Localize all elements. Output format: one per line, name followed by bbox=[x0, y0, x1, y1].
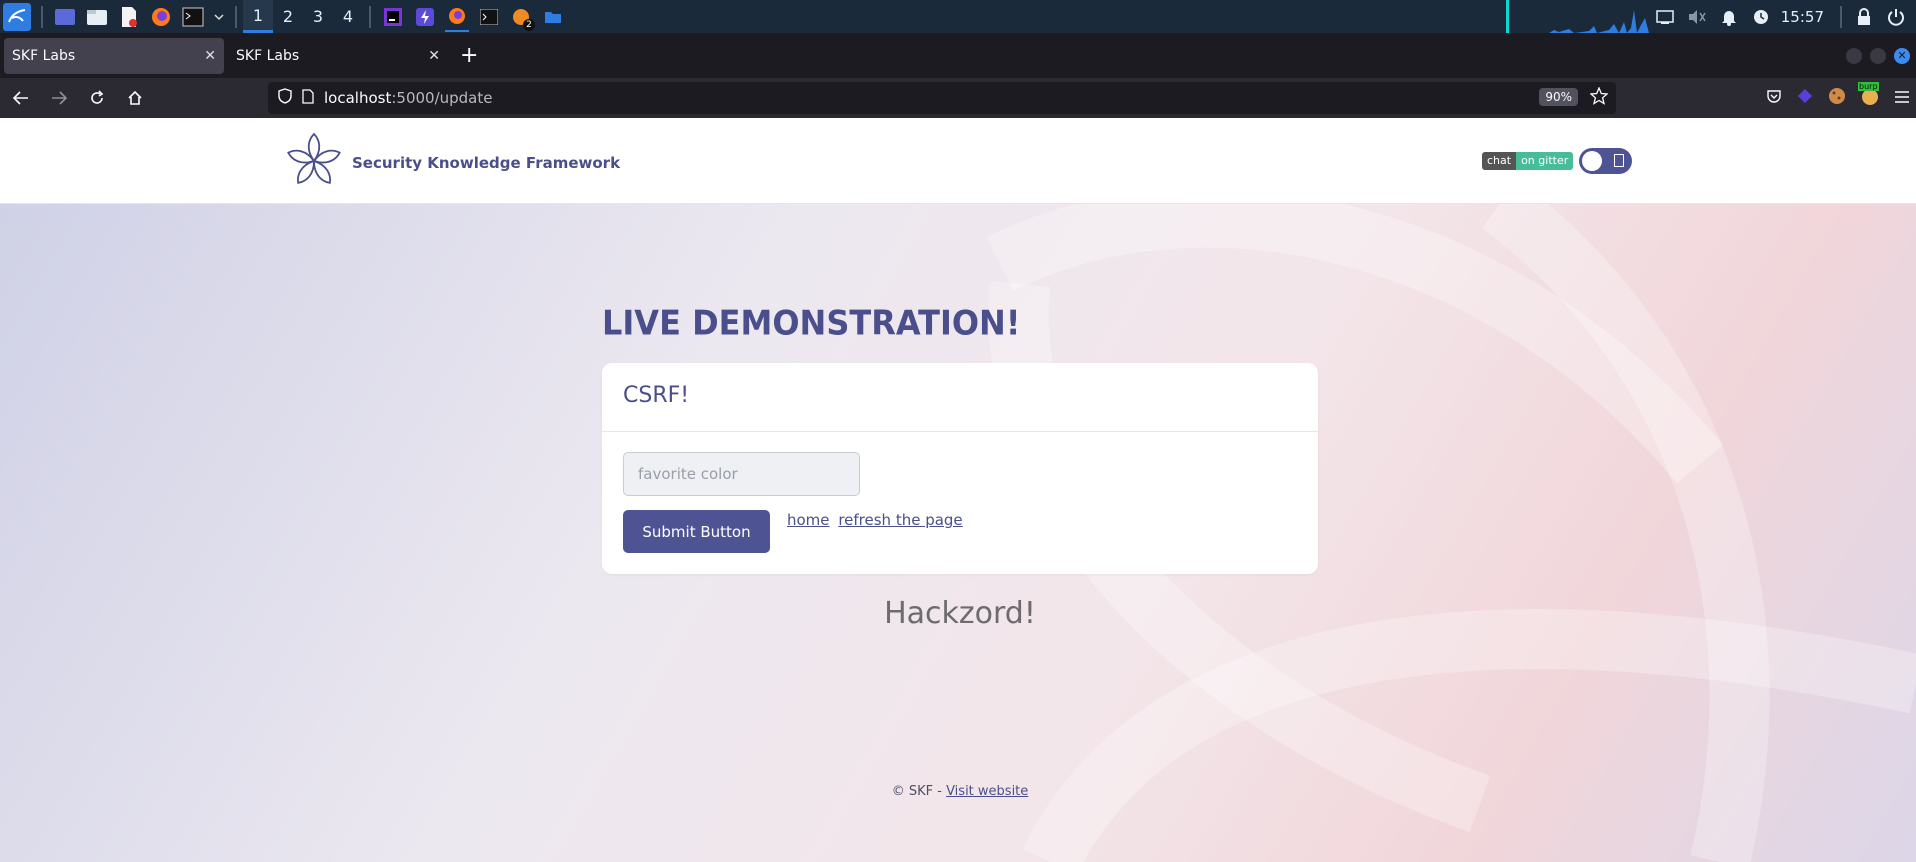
bookmark-star-icon[interactable] bbox=[1589, 86, 1609, 109]
folder-window-icon[interactable] bbox=[541, 5, 565, 29]
gitter-chat-badge[interactable]: chat on gitter bbox=[1482, 152, 1574, 170]
workspace-1[interactable]: 1 bbox=[243, 0, 273, 33]
browser-nav-bar: localhost:5000/update 90% burp bbox=[0, 78, 1916, 118]
result-text: Hackzord! bbox=[884, 596, 1036, 631]
home-icon[interactable] bbox=[118, 81, 152, 115]
url-text[interactable]: localhost:5000/update bbox=[324, 89, 492, 107]
workspace-4[interactable]: 4 bbox=[333, 0, 363, 33]
chevron-down-icon[interactable] bbox=[213, 5, 225, 29]
page-info-icon[interactable] bbox=[302, 88, 314, 108]
browser-tab[interactable]: SKF Labs ✕ bbox=[228, 38, 448, 74]
toolbar-extensions: burp bbox=[1766, 78, 1910, 118]
gitter-badge-left: chat bbox=[1482, 152, 1517, 170]
extension-purple-icon[interactable] bbox=[1796, 87, 1814, 109]
submit-button[interactable]: Submit Button bbox=[623, 510, 770, 553]
os-taskbar: 1 2 3 4 2 15:57 bbox=[0, 0, 1916, 33]
close-tab-icon[interactable]: ✕ bbox=[428, 48, 440, 64]
terminal-launcher-icon[interactable] bbox=[181, 5, 205, 29]
workspace-3[interactable]: 3 bbox=[303, 0, 333, 33]
firefox-window-icon[interactable] bbox=[445, 2, 469, 32]
show-desktop-icon[interactable] bbox=[53, 5, 77, 29]
window-controls: ✕ bbox=[1846, 33, 1910, 78]
firefox-launcher-icon[interactable] bbox=[149, 5, 173, 29]
brand[interactable]: Security Knowledge Framework bbox=[286, 132, 620, 194]
card-links: home refresh the page bbox=[787, 511, 967, 529]
browser-tab-strip: SKF Labs ✕ SKF Labs ✕ + ✕ bbox=[0, 33, 1916, 78]
maximize-window-icon[interactable] bbox=[1870, 47, 1886, 64]
taskbar-separator bbox=[369, 5, 371, 28]
skf-flower-logo-icon bbox=[286, 132, 342, 194]
cpu-usage-graph bbox=[1508, 0, 1649, 33]
url-path: :5000/update bbox=[391, 89, 493, 107]
kali-menu-icon[interactable] bbox=[3, 2, 31, 31]
card-divider bbox=[602, 431, 1318, 432]
clock-time[interactable]: 15:57 bbox=[1781, 8, 1824, 26]
terminal-window-icon[interactable] bbox=[477, 5, 501, 29]
minimize-window-icon[interactable] bbox=[1846, 47, 1862, 64]
forward-arrow-icon[interactable] bbox=[42, 81, 76, 115]
power-icon[interactable] bbox=[1884, 5, 1908, 29]
burp-proxy-extension-icon[interactable]: burp bbox=[1858, 82, 1880, 110]
app-window-icon[interactable] bbox=[413, 5, 437, 29]
theme-toggle[interactable] bbox=[1579, 148, 1632, 174]
refresh-link[interactable]: refresh the page bbox=[838, 511, 962, 529]
url-host: localhost bbox=[324, 89, 392, 107]
visit-website-link[interactable]: Visit website bbox=[946, 784, 1028, 799]
taskbar-separator bbox=[235, 5, 237, 28]
lock-screen-icon[interactable] bbox=[1852, 5, 1876, 29]
web-page: Security Knowledge Framework chat on git… bbox=[0, 118, 1916, 862]
site-header: Security Knowledge Framework chat on git… bbox=[0, 118, 1916, 204]
reload-icon[interactable] bbox=[80, 81, 114, 115]
close-window-icon[interactable]: ✕ bbox=[1894, 47, 1910, 64]
footer: © SKF - Visit website bbox=[0, 784, 1916, 799]
cookie-editor-icon[interactable] bbox=[1828, 87, 1846, 109]
brand-name: Security Knowledge Framework bbox=[352, 154, 621, 172]
notification-bell-icon[interactable] bbox=[1717, 5, 1741, 29]
tab-title: SKF Labs bbox=[12, 47, 76, 64]
workspace-2[interactable]: 2 bbox=[273, 0, 303, 33]
taskbar-separator bbox=[41, 5, 43, 28]
new-tab-icon[interactable]: + bbox=[460, 43, 478, 68]
close-tab-icon[interactable]: ✕ bbox=[204, 48, 216, 64]
csrf-card: CSRF! Submit Button home refresh the pag… bbox=[602, 363, 1318, 574]
hamburger-menu-icon[interactable] bbox=[1894, 89, 1910, 108]
card-title: CSRF! bbox=[623, 383, 690, 408]
favorite-color-input[interactable] bbox=[623, 452, 860, 496]
url-bar[interactable]: localhost:5000/update 90% bbox=[268, 82, 1616, 114]
home-link[interactable]: home bbox=[787, 511, 830, 529]
clock-icon bbox=[1749, 5, 1773, 29]
browser-tab-active[interactable]: SKF Labs ✕ bbox=[4, 37, 224, 74]
extension-badge: burp bbox=[1858, 82, 1879, 91]
zoom-level-badge[interactable]: 90% bbox=[1539, 88, 1578, 106]
intellij-window-icon[interactable] bbox=[381, 5, 405, 29]
file-manager-icon[interactable] bbox=[85, 5, 109, 29]
toggle-knob bbox=[1582, 151, 1602, 171]
hero-section: LIVE DEMONSTRATION! CSRF! Submit Button … bbox=[0, 204, 1916, 862]
back-arrow-icon[interactable] bbox=[4, 81, 38, 115]
text-editor-icon[interactable] bbox=[117, 5, 141, 29]
system-tray: 15:57 bbox=[1505, 0, 1916, 33]
burp-window-icon[interactable]: 2 bbox=[509, 5, 535, 31]
volume-muted-icon[interactable] bbox=[1685, 5, 1709, 29]
taskbar-separator bbox=[1840, 5, 1842, 28]
theme-icon bbox=[1614, 154, 1624, 167]
pocket-icon[interactable] bbox=[1766, 88, 1782, 108]
window-count-badge: 2 bbox=[523, 18, 535, 31]
tab-title: SKF Labs bbox=[236, 47, 300, 64]
tracking-shield-icon[interactable] bbox=[278, 88, 292, 108]
page-title: LIVE DEMONSTRATION! bbox=[602, 303, 1021, 343]
display-icon[interactable] bbox=[1653, 5, 1677, 29]
gitter-badge-right: on gitter bbox=[1516, 152, 1574, 170]
footer-copyright: © SKF - bbox=[891, 784, 942, 799]
